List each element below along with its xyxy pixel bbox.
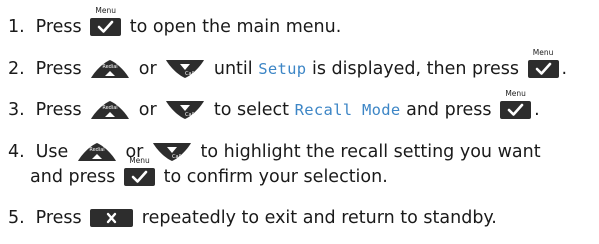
menu-ok-check-icon: Menu [89,7,123,37]
step-2: 2. Press Redial or Calls until Setup is … [8,49,599,80]
step-text: or [138,59,157,79]
calls-caption: Calls [172,154,184,160]
redial-up-icon: Redial [89,59,131,79]
calls-caption: Calls [185,71,197,77]
step-text: until [213,59,253,79]
step-text: Press [35,59,82,79]
menu-ok-check-icon: Menu [123,157,156,187]
calls-down-icon: Calls [164,100,206,120]
step-text: to confirm your selection. [163,167,388,187]
step-text: Press [35,100,82,120]
step-text: Press [35,17,82,37]
lcd-recall-mode-text: Recall Mode [294,101,401,119]
step-1: 1. Press Menu to open the main menu. [8,7,599,38]
step-text: and press [406,100,492,120]
step-4-continued: and press Menu to confirm your selection… [8,157,599,188]
calls-down-icon: Calls [151,142,193,162]
redial-up-icon: Redial [76,142,118,162]
step-number: 4. [8,142,25,162]
step-3: 3. Press Redial or Calls to select Recal… [8,90,599,121]
step-text: . [561,59,568,79]
redial-up-icon: Redial [89,100,131,120]
step-text: to select [213,100,289,120]
end-x-icon [89,208,135,228]
redial-caption: Redial [103,105,118,111]
step-text: and press [30,167,116,187]
step-number: 3. [8,100,25,120]
step-text: to open the main menu. [129,17,342,37]
menu-caption: Menu [129,156,150,165]
menu-caption: Menu [505,89,526,98]
menu-caption: Menu [532,48,554,57]
menu-ok-check-icon: Menu [526,49,560,79]
step-text: repeatedly to exit and return to standby… [141,208,497,228]
step-text: . [534,100,540,120]
step-text: Press [35,208,82,228]
redial-caption: Redial [89,147,104,153]
menu-caption: Menu [95,6,117,15]
step-5: 5. Press repeatedly to exit and return t… [8,207,599,229]
step-4: 4. Use Redial or Calls to highlight the … [8,141,599,163]
step-number: 1. [8,17,25,37]
calls-down-icon: Calls [164,59,206,79]
redial-caption: Redial [103,64,118,70]
calls-caption: Calls [185,112,197,118]
step-text: is displayed, then press [311,59,519,79]
step-text: to highlight the recall setting you want [200,142,541,162]
menu-ok-check-icon: Menu [499,90,533,120]
lcd-setup-text: Setup [258,60,307,78]
step-number: 2. [8,59,25,79]
step-text: or [138,100,157,120]
step-text: Use [35,142,69,162]
step-number: 5. [8,208,25,228]
